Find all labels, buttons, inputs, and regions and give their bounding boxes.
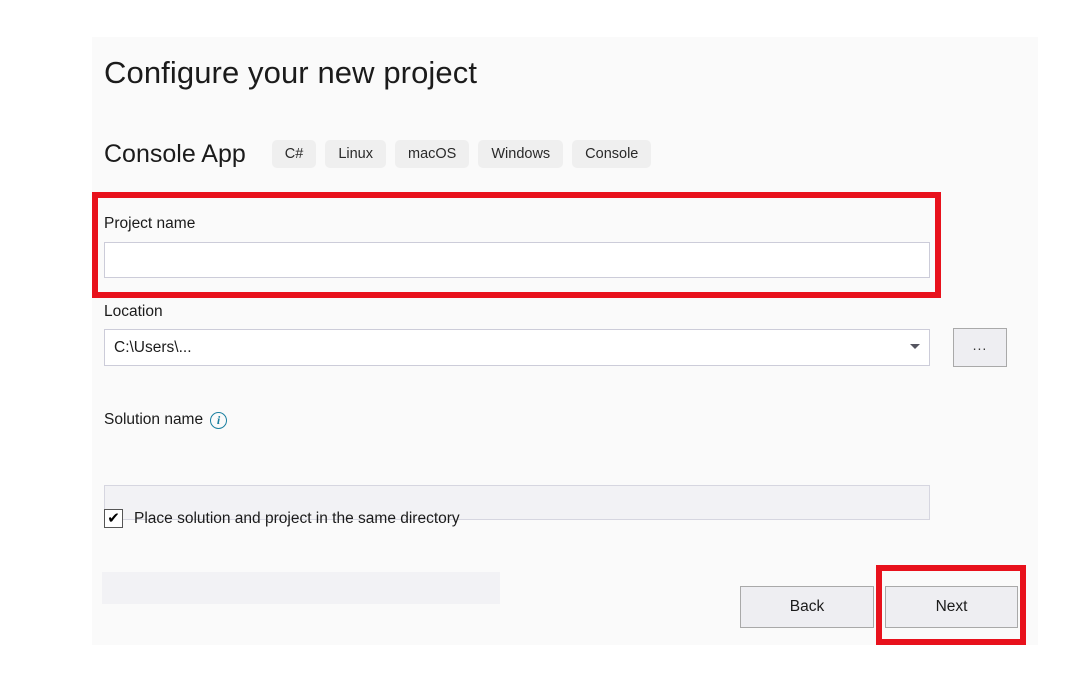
template-summary-row: Console App C# Linux macOS Windows Conso…: [104, 137, 660, 171]
tag-macos: macOS: [395, 140, 469, 168]
template-name: Console App: [104, 140, 246, 169]
info-icon[interactable]: i: [210, 412, 227, 429]
solution-name-label-group: Solution name i: [104, 411, 227, 429]
tag-language: C#: [272, 140, 317, 168]
location-input[interactable]: [104, 329, 930, 366]
same-directory-checkbox[interactable]: ✔: [104, 509, 123, 528]
page-title: Configure your new project: [104, 55, 477, 91]
tag-windows: Windows: [478, 140, 563, 168]
location-label: Location: [104, 303, 163, 321]
solution-name-label: Solution name: [104, 411, 203, 429]
same-directory-checkbox-row[interactable]: ✔ Place solution and project in the same…: [104, 509, 460, 528]
chevron-down-icon[interactable]: [910, 344, 920, 349]
tag-linux: Linux: [325, 140, 386, 168]
status-bar: [102, 572, 500, 604]
tag-console: Console: [572, 140, 651, 168]
configure-project-dialog: Configure your new project Console App C…: [92, 37, 1038, 645]
project-name-label: Project name: [104, 215, 195, 233]
project-name-input[interactable]: [104, 242, 930, 278]
browse-location-button[interactable]: ...: [953, 328, 1007, 367]
next-button[interactable]: Next: [885, 586, 1018, 628]
same-directory-label: Place solution and project in the same d…: [134, 510, 460, 528]
back-button[interactable]: Back: [740, 586, 874, 628]
